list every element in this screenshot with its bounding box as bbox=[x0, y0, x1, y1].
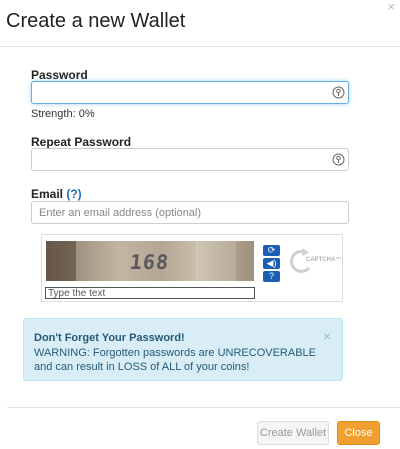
email-help-link[interactable]: (?) bbox=[66, 187, 81, 201]
create-wallet-button[interactable]: Create Wallet bbox=[257, 421, 329, 445]
captcha-widget: 168 ⟳ ◀) ? CAPTCHA™ bbox=[41, 234, 343, 302]
captcha-input[interactable] bbox=[45, 287, 255, 299]
email-label: Email (?) bbox=[31, 187, 82, 201]
captcha-image-text: 168 bbox=[128, 250, 171, 274]
recaptcha-logo: CAPTCHA™ bbox=[289, 247, 343, 275]
password-strength: Strength: 0% bbox=[31, 108, 95, 120]
password-label: Password bbox=[31, 68, 88, 82]
password-warning-alert: × Don't Forget Your Password! WARNING: F… bbox=[23, 318, 343, 381]
alert-title: Don't Forget Your Password! bbox=[34, 332, 185, 344]
alert-close-icon[interactable]: × bbox=[323, 329, 331, 343]
modal-footer-divider bbox=[7, 407, 400, 408]
captcha-help-icon[interactable]: ? bbox=[263, 271, 280, 282]
email-field-wrapper bbox=[31, 201, 349, 224]
repeat-password-label: Repeat Password bbox=[31, 135, 132, 149]
repeat-password-field[interactable] bbox=[32, 149, 348, 170]
password-key-icon[interactable] bbox=[332, 86, 345, 99]
alert-text: WARNING: Forgotten passwords are UNRECOV… bbox=[34, 347, 317, 373]
repeat-password-key-icon[interactable] bbox=[332, 153, 345, 166]
modal-header: Create a new Wallet × bbox=[0, 0, 400, 47]
password-field-wrapper bbox=[31, 81, 349, 104]
captcha-refresh-icon[interactable]: ⟳ bbox=[263, 245, 280, 256]
password-field[interactable] bbox=[32, 82, 348, 103]
captcha-audio-icon[interactable]: ◀) bbox=[263, 258, 280, 269]
close-button[interactable]: Close bbox=[337, 421, 380, 445]
modal-close-icon[interactable]: × bbox=[387, 0, 395, 13]
captcha-image: 168 bbox=[46, 241, 254, 281]
recaptcha-logo-text: CAPTCHA™ bbox=[305, 257, 343, 263]
repeat-password-field-wrapper bbox=[31, 148, 349, 171]
email-field[interactable] bbox=[32, 202, 348, 223]
modal-title: Create a new Wallet bbox=[6, 10, 186, 32]
email-label-text: Email bbox=[31, 187, 64, 201]
